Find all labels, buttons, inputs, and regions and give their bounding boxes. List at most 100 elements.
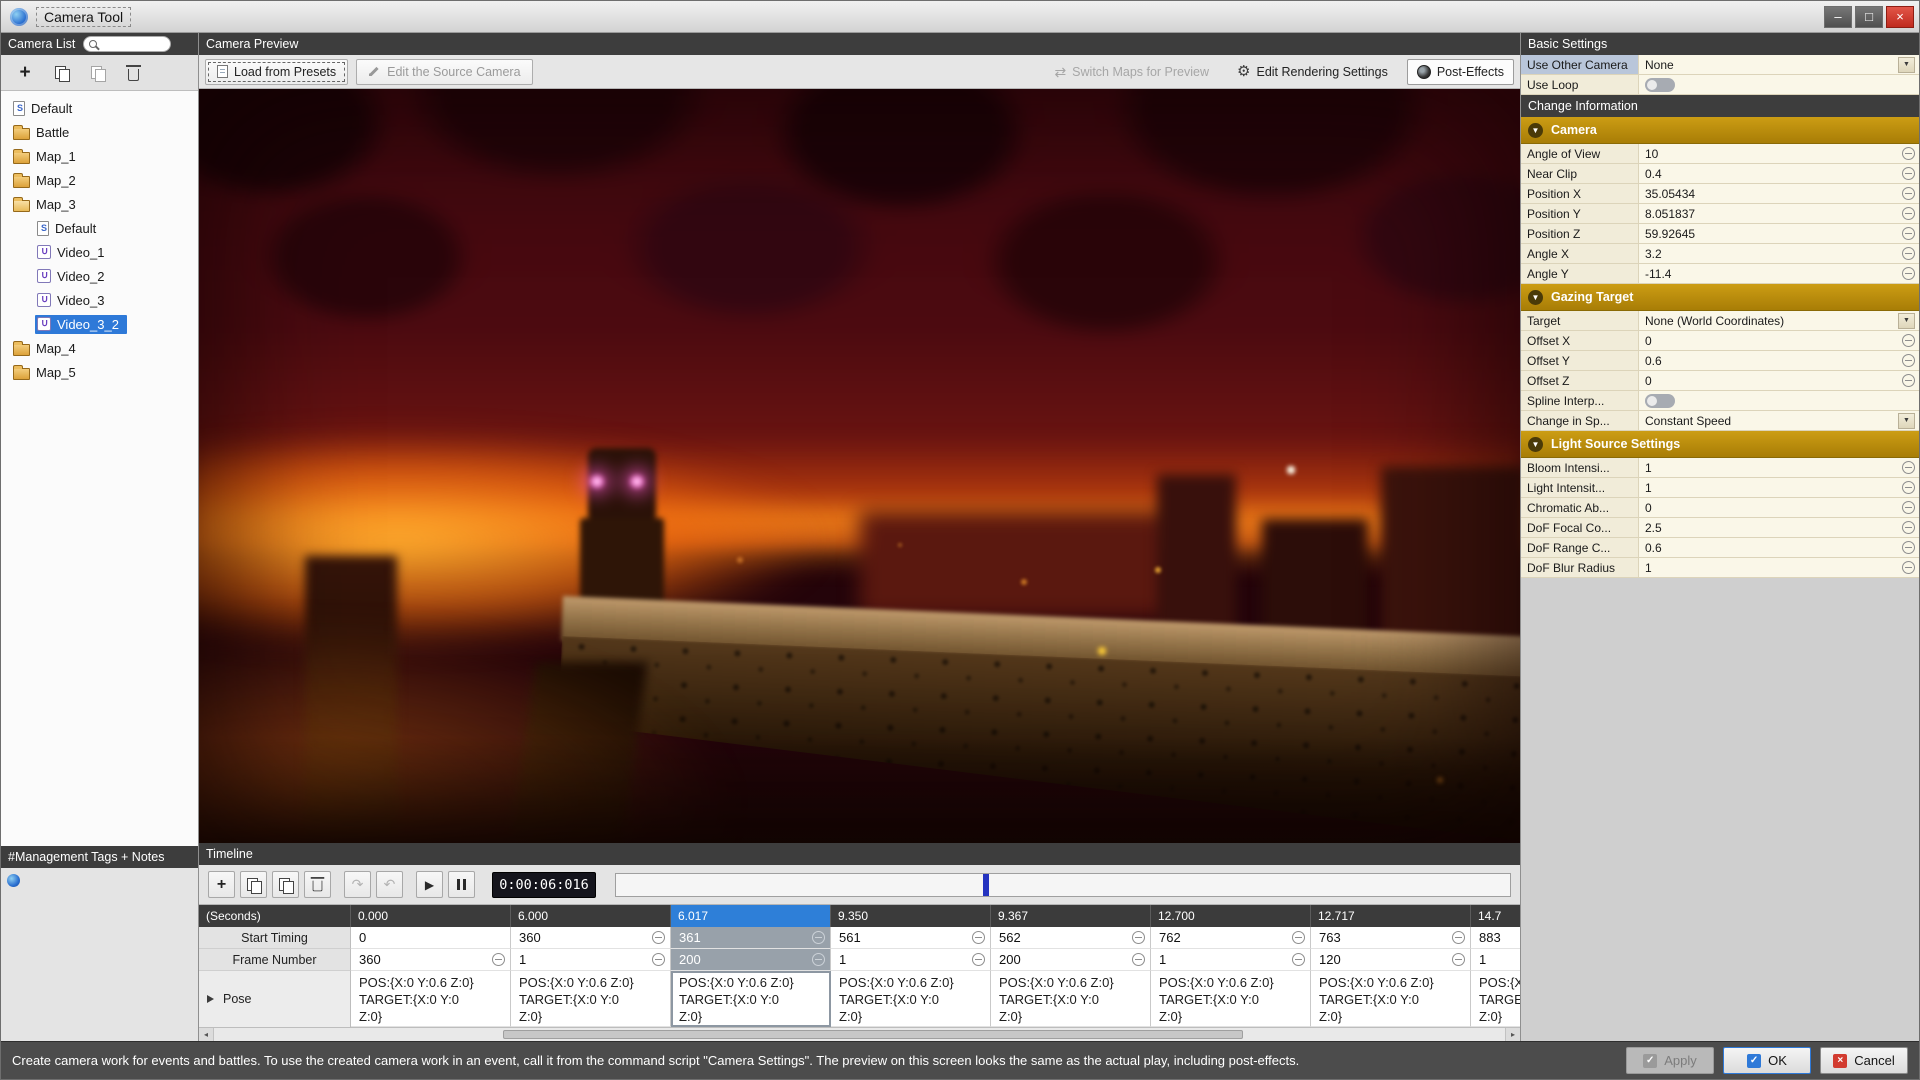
timeline-column-header-selected[interactable]: 6.017 <box>671 905 831 927</box>
start-timing-cell[interactable]: 763 <box>1311 927 1471 949</box>
keyframe-icon[interactable] <box>1902 227 1915 240</box>
keyframe-icon[interactable] <box>1902 267 1915 280</box>
tree-item-default[interactable]: Default <box>1 96 198 120</box>
prop-value[interactable]: 10 <box>1645 147 1898 161</box>
tree-item-map-3[interactable]: Map_3 <box>1 192 198 216</box>
gazing-target-section-header[interactable]: ▼ Gazing Target <box>1521 284 1919 311</box>
keyframe-icon[interactable] <box>1452 931 1465 944</box>
start-timing-cell[interactable]: 360 <box>511 927 671 949</box>
camera-list-search[interactable] <box>83 36 172 52</box>
keyframe-icon[interactable] <box>1902 521 1915 534</box>
timeline-scrubber[interactable] <box>615 872 1511 897</box>
search-input[interactable] <box>101 38 162 50</box>
prop-value[interactable]: 35.05434 <box>1645 187 1898 201</box>
keyframe-icon[interactable] <box>492 953 505 966</box>
keyframe-icon[interactable] <box>1292 953 1305 966</box>
keyframe-icon[interactable] <box>1132 953 1145 966</box>
pause-button[interactable] <box>448 871 475 898</box>
prop-value[interactable]: 1 <box>1645 561 1898 575</box>
ok-button[interactable]: ✓ OK <box>1723 1047 1811 1074</box>
frame-number-cell[interactable]: 120 <box>1311 949 1471 971</box>
scroll-left-icon[interactable]: ◂ <box>199 1028 214 1041</box>
keyframe-icon[interactable] <box>1902 147 1915 160</box>
tree-item-map-1[interactable]: Map_1 <box>1 144 198 168</box>
pose-label-cell[interactable]: Pose <box>199 971 351 1027</box>
tree-item-video-1[interactable]: Video_1 <box>1 240 198 264</box>
prop-value[interactable]: 3.2 <box>1645 247 1898 261</box>
keyframe-icon[interactable] <box>1902 481 1915 494</box>
paste-keyframe-button[interactable] <box>272 871 299 898</box>
copy-camera-button[interactable] <box>49 61 73 85</box>
add-keyframe-button[interactable]: + <box>208 871 235 898</box>
keyframe-icon[interactable] <box>1902 461 1915 474</box>
tree-item-map3-default[interactable]: Default <box>1 216 198 240</box>
prop-value[interactable]: 0.4 <box>1645 167 1898 181</box>
frame-number-cell[interactable]: 200 <box>991 949 1151 971</box>
start-timing-cell[interactable]: 0 <box>351 927 511 949</box>
tree-item-map-5[interactable]: Map_5 <box>1 360 198 384</box>
copy-keyframe-button[interactable] <box>240 871 267 898</box>
timeline-column-header[interactable]: 14.7 <box>1471 905 1520 927</box>
tree-item-video-2[interactable]: Video_2 <box>1 264 198 288</box>
tree-item-battle[interactable]: Battle <box>1 120 198 144</box>
pose-cell[interactable]: POS:{X:0 Y:0.6 Z:0} TARGET:{X:0 Y:0 Z:0} <box>511 971 671 1027</box>
camera-section-header[interactable]: ▼ Camera <box>1521 117 1919 144</box>
tree-item-map-4[interactable]: Map_4 <box>1 336 198 360</box>
start-timing-cell[interactable]: 562 <box>991 927 1151 949</box>
apply-button[interactable]: ✓ Apply <box>1626 1047 1714 1074</box>
pose-cell[interactable]: POS:{X:0 Y:0.6 Z:0} TARGET:{X:0 Y:0 Z:0} <box>991 971 1151 1027</box>
pose-cell[interactable]: POS:{X:0 Y:0.6 Z:0} TARGET:{X:0 Y:0 Z:0} <box>351 971 511 1027</box>
tree-item-video-3-2[interactable]: Video_3_2 <box>1 312 198 336</box>
prop-value[interactable]: 0 <box>1645 501 1898 515</box>
pose-cell[interactable]: POS:{X:0 Y:0.6 Z:0} TARGET:{X:0 Y:0 Z:0} <box>1311 971 1471 1027</box>
scrollbar-thumb[interactable] <box>502 1030 1243 1039</box>
light-source-section-header[interactable]: ▼ Light Source Settings <box>1521 431 1919 458</box>
load-from-presets-button[interactable]: Load from Presets <box>205 58 349 85</box>
frame-number-cell[interactable]: 1 <box>831 949 991 971</box>
chevron-down-icon[interactable]: ▼ <box>1898 56 1915 73</box>
keyframe-icon[interactable] <box>812 931 825 944</box>
minimize-button[interactable]: – <box>1824 5 1852 28</box>
keyframe-icon[interactable] <box>972 931 985 944</box>
frame-number-cell[interactable]: 1 <box>1471 949 1520 971</box>
frame-number-cell[interactable]: 1 <box>1151 949 1311 971</box>
prop-value[interactable]: 1 <box>1645 461 1898 475</box>
undo-button[interactable]: ↶ <box>376 871 403 898</box>
timeline-column-header[interactable]: 12.700 <box>1151 905 1311 927</box>
keyframe-icon[interactable] <box>1902 561 1915 574</box>
keyframe-icon[interactable] <box>1902 374 1915 387</box>
keyframe-icon[interactable] <box>1292 931 1305 944</box>
prop-value[interactable]: 0.6 <box>1645 354 1898 368</box>
switch-maps-button[interactable]: ⇄ Switch Maps for Preview <box>1045 59 1218 85</box>
play-button[interactable]: ▶ <box>416 871 443 898</box>
keyframe-icon[interactable] <box>1902 541 1915 554</box>
prop-value[interactable]: 0 <box>1645 334 1898 348</box>
delete-camera-button[interactable] <box>121 61 145 85</box>
tags-notes-area[interactable] <box>1 868 198 1041</box>
timeline-column-header[interactable]: 12.717 <box>1311 905 1471 927</box>
edit-rendering-settings-button[interactable]: ⚙ Edit Rendering Settings <box>1228 59 1397 85</box>
keyframe-icon[interactable] <box>1902 247 1915 260</box>
start-timing-cell[interactable]: 762 <box>1151 927 1311 949</box>
timeline-column-header[interactable]: 9.350 <box>831 905 991 927</box>
prop-value[interactable]: 1 <box>1645 481 1898 495</box>
pose-cell[interactable]: POS:{X:0 Y:0.6 Z:0} TARGET:{X:0 Y:0 Z:0} <box>831 971 991 1027</box>
keyframe-icon[interactable] <box>1902 187 1915 200</box>
keyframe-icon[interactable] <box>1452 953 1465 966</box>
keyframe-icon[interactable] <box>652 953 665 966</box>
prop-value[interactable]: Constant Speed <box>1645 414 1894 428</box>
use-other-camera-value[interactable]: None ▼ <box>1639 55 1919 74</box>
prop-value[interactable]: 59.92645 <box>1645 227 1898 241</box>
use-loop-toggle[interactable] <box>1645 77 1675 92</box>
keyframe-icon[interactable] <box>1902 167 1915 180</box>
timeline-column-header[interactable]: 0.000 <box>351 905 511 927</box>
start-timing-cell-selected[interactable]: 361 <box>671 927 831 949</box>
preview-viewport[interactable] <box>199 89 1520 843</box>
paste-camera-button[interactable] <box>85 61 109 85</box>
delete-keyframe-button[interactable] <box>304 871 331 898</box>
scroll-right-icon[interactable]: ▸ <box>1505 1028 1520 1041</box>
chevron-down-icon[interactable]: ▼ <box>1898 312 1915 329</box>
prop-value[interactable]: 2.5 <box>1645 521 1898 535</box>
add-camera-button[interactable]: + <box>13 61 37 85</box>
prop-value[interactable]: 8.051837 <box>1645 207 1898 221</box>
